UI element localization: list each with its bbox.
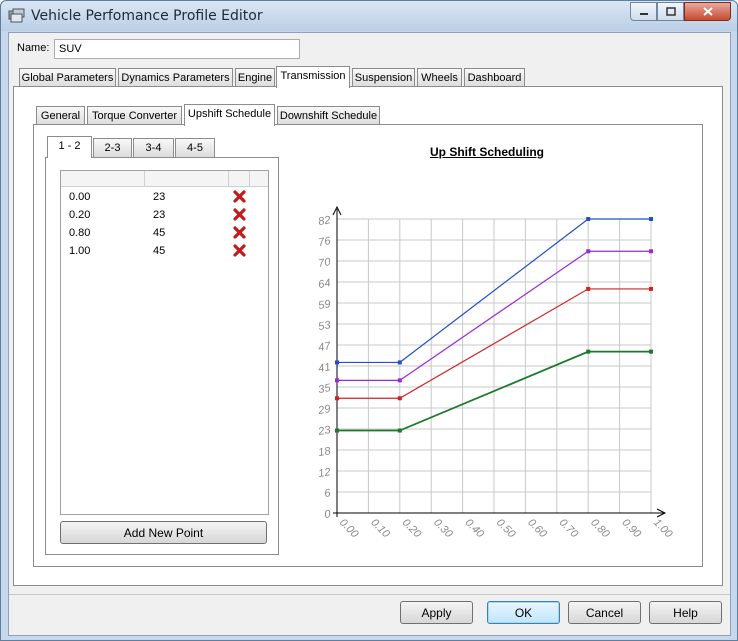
- dialog-body: Name: Global Parameters Dynamics Paramet…: [8, 32, 731, 636]
- column-header[interactable]: [145, 171, 229, 187]
- y-tick-label: 0: [323, 508, 332, 521]
- data-point[interactable]: [649, 217, 653, 221]
- window-title: Vehicle Perfomance Profile Editor: [31, 8, 263, 24]
- x-tick-label: 1.00: [651, 517, 675, 541]
- close-button[interactable]: [684, 2, 731, 21]
- tab-suspension[interactable]: Suspension: [352, 68, 415, 87]
- tab-dynamics-parameters[interactable]: Dynamics Parameters: [118, 68, 233, 87]
- data-point[interactable]: [649, 349, 653, 354]
- point-y-value[interactable]: 45: [153, 245, 165, 257]
- point-x-value[interactable]: 0.80: [69, 227, 90, 239]
- point-x-value[interactable]: 0.20: [69, 209, 90, 221]
- y-tick-label: 76: [317, 235, 332, 249]
- table-header: [61, 171, 268, 187]
- help-button[interactable]: Help: [649, 601, 722, 624]
- vehicle-profile-icon: [8, 8, 25, 23]
- x-tick-label: 0.40: [462, 517, 486, 541]
- y-tick-label: 12: [317, 466, 331, 480]
- ok-button[interactable]: OK: [487, 601, 560, 624]
- x-tick-label: 0.60: [525, 517, 549, 541]
- x-tick-label: 0.50: [494, 517, 518, 541]
- tab-torque-converter[interactable]: Torque Converter: [87, 106, 182, 125]
- data-point[interactable]: [397, 428, 402, 433]
- y-tick-label: 53: [317, 319, 332, 333]
- tab-engine[interactable]: Engine: [235, 68, 275, 87]
- x-tick-label: 0.20: [400, 517, 424, 541]
- tab-global-parameters[interactable]: Global Parameters: [19, 68, 116, 87]
- y-tick-label: 59: [317, 298, 331, 312]
- data-point[interactable]: [649, 249, 653, 254]
- name-field[interactable]: [54, 39, 300, 59]
- y-tick-label: 64: [317, 277, 331, 291]
- tab-wheels[interactable]: Wheels: [417, 68, 462, 87]
- x-tick-label: 0.30: [431, 517, 455, 541]
- data-point[interactable]: [335, 428, 339, 433]
- cancel-button[interactable]: Cancel: [568, 601, 641, 624]
- tab-upshift-schedule[interactable]: Upshift Schedule: [184, 104, 275, 126]
- point-y-value[interactable]: 23: [153, 209, 165, 221]
- tab-downshift-schedule[interactable]: Downshift Schedule: [277, 106, 380, 125]
- column-header[interactable]: [229, 171, 250, 187]
- close-icon: [702, 7, 713, 16]
- name-label: Name:: [17, 42, 50, 54]
- point-y-value[interactable]: 45: [153, 227, 165, 239]
- apply-button[interactable]: Apply: [400, 601, 473, 624]
- editor-window: Vehicle Perfomance Profile Editor Name: …: [0, 0, 738, 641]
- minimize-button[interactable]: [630, 2, 657, 21]
- tab-gear-1-2[interactable]: 1 - 2: [47, 136, 92, 158]
- data-point[interactable]: [649, 286, 653, 291]
- y-tick-label: 6: [323, 487, 332, 500]
- data-point[interactable]: [397, 396, 402, 401]
- delete-point-icon[interactable]: [233, 226, 246, 239]
- chart-title: Up Shift Scheduling: [430, 145, 544, 159]
- point-x-value[interactable]: 1.00: [69, 245, 90, 257]
- x-tick-label: 0.70: [557, 517, 581, 541]
- tab-general[interactable]: General: [36, 106, 85, 125]
- point-y-value[interactable]: 23: [153, 191, 165, 203]
- y-tick-label: 23: [316, 424, 332, 438]
- table-row[interactable]: 0.20 23: [61, 206, 268, 224]
- delete-point-icon[interactable]: [233, 244, 246, 257]
- tab-transmission[interactable]: Transmission: [276, 66, 350, 88]
- title-bar[interactable]: Vehicle Perfomance Profile Editor: [1, 1, 737, 31]
- tab-dashboard[interactable]: Dashboard: [464, 68, 525, 87]
- tab-gear-3-4[interactable]: 3-4: [133, 138, 174, 157]
- minimize-icon: [639, 12, 648, 15]
- y-tick-label: 70: [317, 256, 332, 270]
- upshift-chart[interactable]: 0 6 12 18 23 29 35 41 47 53 59 64 70 76 82 0.00 0.10 0.20…: [299, 188, 689, 541]
- column-header[interactable]: [61, 171, 145, 187]
- y-tick-label: 35: [317, 382, 332, 396]
- x-tick-label: 0.90: [619, 517, 643, 541]
- data-point[interactable]: [335, 360, 339, 365]
- maximize-button[interactable]: [657, 2, 684, 21]
- y-tick-label: 82: [317, 214, 331, 228]
- data-point[interactable]: [586, 349, 591, 354]
- add-new-point-button[interactable]: Add New Point: [60, 521, 267, 544]
- x-tick-label: 0.00: [337, 517, 361, 541]
- data-point[interactable]: [397, 378, 402, 383]
- y-tick-label: 41: [317, 361, 331, 375]
- table-row[interactable]: 0.00 23: [61, 188, 268, 206]
- tab-gear-4-5[interactable]: 4-5: [175, 138, 215, 157]
- x-tick-label: 0.80: [588, 517, 612, 541]
- delete-point-icon[interactable]: [233, 190, 246, 203]
- tab-gear-2-3[interactable]: 2-3: [93, 138, 132, 157]
- x-tick-label: 0.10: [368, 517, 392, 541]
- shift-points-table[interactable]: 0.00 23 0.20 23 0.80 45 1.00 45: [60, 170, 269, 515]
- data-point[interactable]: [586, 217, 591, 221]
- footer-separator: [9, 594, 730, 595]
- delete-point-icon[interactable]: [233, 208, 246, 221]
- data-point[interactable]: [335, 378, 339, 383]
- maximize-icon: [665, 7, 676, 16]
- y-tick-label: 18: [317, 445, 332, 459]
- data-point[interactable]: [397, 360, 402, 365]
- y-tick-label: 47: [317, 340, 332, 354]
- data-point[interactable]: [335, 396, 339, 401]
- data-point[interactable]: [586, 249, 591, 254]
- data-point[interactable]: [586, 286, 591, 291]
- table-row[interactable]: 1.00 45: [61, 242, 268, 260]
- table-row[interactable]: 0.80 45: [61, 224, 268, 242]
- y-tick-label: 29: [316, 403, 331, 417]
- point-x-value[interactable]: 0.00: [69, 191, 90, 203]
